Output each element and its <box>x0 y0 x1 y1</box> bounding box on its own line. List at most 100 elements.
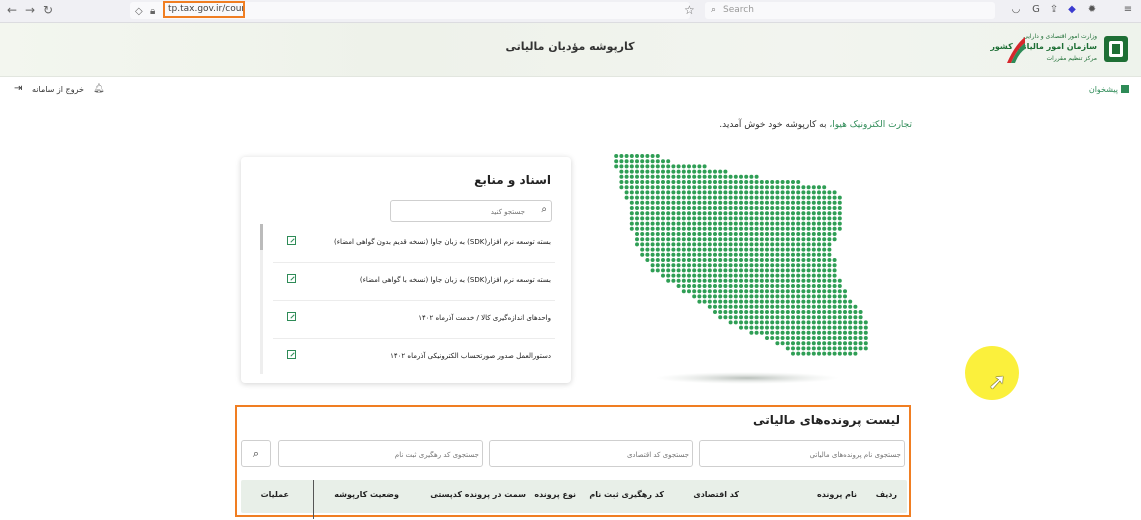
map-dot <box>723 252 728 257</box>
map-dot <box>645 180 650 184</box>
map-dot <box>822 330 827 335</box>
browser-search-box[interactable]: ⌕ Search <box>705 2 995 19</box>
map-dot <box>713 185 717 190</box>
docs-scroll-thumb[interactable] <box>260 224 263 250</box>
map-dot <box>754 242 759 247</box>
map-dot <box>666 164 671 169</box>
shield-icon[interactable]: ◇ <box>135 6 143 17</box>
doc-item-label[interactable]: دستورالعمل صدور صورتحساب الکترونیکی آذرم… <box>390 352 551 360</box>
search-icon[interactable]: ⌕ <box>541 204 547 215</box>
pocket-icon[interactable]: ◡ <box>1010 4 1022 16</box>
tax-search-button[interactable]: ⌕ <box>241 440 271 467</box>
map-dot <box>806 304 811 309</box>
tracking-code-search-box[interactable] <box>278 440 483 467</box>
reload-icon[interactable]: ↻ <box>40 3 56 17</box>
map-dot <box>796 242 801 247</box>
docs-search-box[interactable]: ⌕ <box>390 200 552 222</box>
map-dot <box>765 284 769 288</box>
map-dot <box>848 341 853 346</box>
map-dot <box>697 252 702 257</box>
map-dot <box>718 273 723 278</box>
map-dot <box>681 273 686 278</box>
doc-item-label[interactable]: واحدهای اندازه‌گیری کالا / خدمت آذرماه ۱… <box>418 314 551 322</box>
map-dot <box>785 237 790 242</box>
map-dot <box>645 195 650 200</box>
map-dot <box>848 330 853 335</box>
doc-item[interactable]: واحدهای اندازه‌گیری کالا / خدمت آذرماه ۱… <box>273 300 555 339</box>
map-dot <box>749 273 754 278</box>
map-dot <box>843 299 847 304</box>
map-dot <box>785 216 790 221</box>
map-dot <box>655 180 660 184</box>
map-dot <box>822 315 827 320</box>
map-dot <box>770 315 775 320</box>
economic-code-search-input[interactable] <box>493 445 691 464</box>
doc-item-label[interactable]: بسته توسعه نرم افزار(SDK) به زبان جاوا (… <box>334 238 551 246</box>
map-dot <box>791 226 795 231</box>
map-dot <box>785 263 790 268</box>
map-dot <box>733 304 738 309</box>
external-link-icon[interactable] <box>287 350 296 359</box>
tax-name-search-box[interactable] <box>699 440 905 467</box>
external-link-icon[interactable] <box>287 274 296 283</box>
map-dot <box>863 346 868 351</box>
map-dot <box>702 289 707 294</box>
map-dot <box>692 164 697 169</box>
bookmark-star-icon[interactable]: ☆ <box>684 3 695 17</box>
map-dot <box>640 232 645 236</box>
external-link-icon[interactable] <box>287 236 296 245</box>
tracking-code-search-input[interactable] <box>282 445 481 464</box>
map-dot <box>661 206 665 210</box>
map-dot <box>671 232 676 236</box>
economic-code-search-box[interactable] <box>489 440 693 467</box>
map-dot <box>765 180 769 184</box>
map-dot <box>640 174 645 179</box>
doc-item-label[interactable]: بسته توسعه نرم افزار(SDK) به زبان جاوا (… <box>360 276 551 284</box>
docs-scrollbar[interactable] <box>260 224 263 374</box>
col-name: نام پرونده <box>817 490 857 499</box>
tax-name-search-input[interactable] <box>703 445 903 464</box>
forward-icon[interactable]: → <box>22 3 38 17</box>
map-dot <box>843 315 847 320</box>
lock-icon[interactable]: 🔒︎ <box>150 6 155 17</box>
url-text[interactable]: tp.tax.gov.ir/counter <box>163 1 245 18</box>
notification-bell-icon[interactable]: 🔔︎ <box>93 84 104 94</box>
logout-button[interactable]: خروج از سامانه <box>32 85 84 94</box>
map-dot <box>780 341 785 346</box>
extension-icon[interactable]: ◆ <box>1066 4 1078 16</box>
external-link-icon[interactable] <box>287 312 296 321</box>
back-icon[interactable]: ← <box>4 3 20 17</box>
doc-item[interactable]: بسته توسعه نرم افزار(SDK) به زبان جاوا (… <box>273 262 555 301</box>
share-icon[interactable]: ⇪ <box>1048 4 1060 16</box>
dashboard-link[interactable]: پیشخوان <box>1089 85 1129 94</box>
map-dot <box>718 226 723 231</box>
map-dot <box>702 185 707 190</box>
map-dot <box>827 263 832 268</box>
map-dot <box>832 346 837 351</box>
map-dot <box>806 263 811 268</box>
menu-icon[interactable]: ≡ <box>1122 4 1134 16</box>
map-dot <box>801 268 806 273</box>
map-dot <box>780 273 785 278</box>
map-dot <box>629 174 634 179</box>
map-dot <box>780 180 785 184</box>
map-dot <box>791 336 795 340</box>
settings-icon[interactable]: ✹ <box>1086 4 1098 16</box>
doc-item[interactable]: دستورالعمل صدور صورتحساب الکترونیکی آذرم… <box>273 338 555 376</box>
map-dot <box>765 320 769 325</box>
doc-item[interactable]: بسته توسعه نرم افزار(SDK) به زبان جاوا (… <box>273 224 555 263</box>
map-dot <box>728 268 733 273</box>
map-dot <box>697 221 702 226</box>
logout-icon[interactable]: ⇥ <box>14 83 22 94</box>
map-dot <box>806 226 811 231</box>
map-dot <box>718 232 723 236</box>
map-dot <box>713 268 717 273</box>
map-dot <box>796 258 801 262</box>
map-dot <box>853 310 858 314</box>
map-dot <box>749 320 754 325</box>
google-icon[interactable]: G <box>1030 4 1042 16</box>
docs-search-input[interactable] <box>393 203 527 221</box>
map-dot <box>832 263 837 268</box>
organization-logo[interactable]: وزارت امور اقتصادی و دارایی سازمان امور … <box>990 31 1131 69</box>
map-dot <box>806 325 811 330</box>
